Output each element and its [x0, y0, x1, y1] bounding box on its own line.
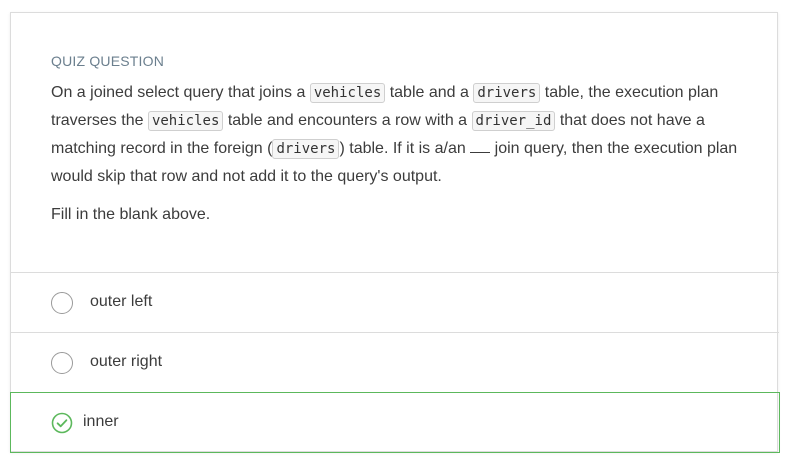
radio-button-icon[interactable] [51, 292, 73, 314]
question-prompt: Fill in the blank above. [51, 206, 211, 223]
quiz-card: QUIZ QUESTION On a joined select query t… [10, 12, 780, 453]
option-label: inner [83, 413, 119, 430]
question-stem: On a joined select query that joins a ve… [51, 79, 751, 190]
quiz-question-label: QUIZ QUESTION [51, 53, 165, 69]
option-label: outer right [90, 353, 163, 370]
code-vehicles: vehicles [147, 111, 224, 131]
stem-text: table and encounters a row with a [223, 112, 472, 129]
check-circle-icon [51, 412, 73, 434]
fill-blank [470, 138, 491, 153]
question-block: QUIZ QUESTION On a joined select query t… [51, 53, 751, 224]
option-outer-right[interactable]: outer right [11, 333, 779, 393]
option-label: outer left [90, 293, 153, 310]
code-drivers: drivers [272, 139, 340, 159]
stem-text: table and a [385, 84, 474, 101]
stem-text: ) table. If it is a/an [339, 140, 471, 157]
code-vehicles: vehicles [309, 83, 386, 103]
option-inner-correct[interactable]: inner [10, 392, 780, 453]
radio-button-icon[interactable] [51, 352, 73, 374]
option-outer-left[interactable]: outer left [11, 273, 779, 333]
stem-text: On a joined select query that joins a [51, 84, 310, 101]
code-drivers: drivers [473, 83, 541, 103]
code-driver-id: driver_id [471, 111, 556, 131]
